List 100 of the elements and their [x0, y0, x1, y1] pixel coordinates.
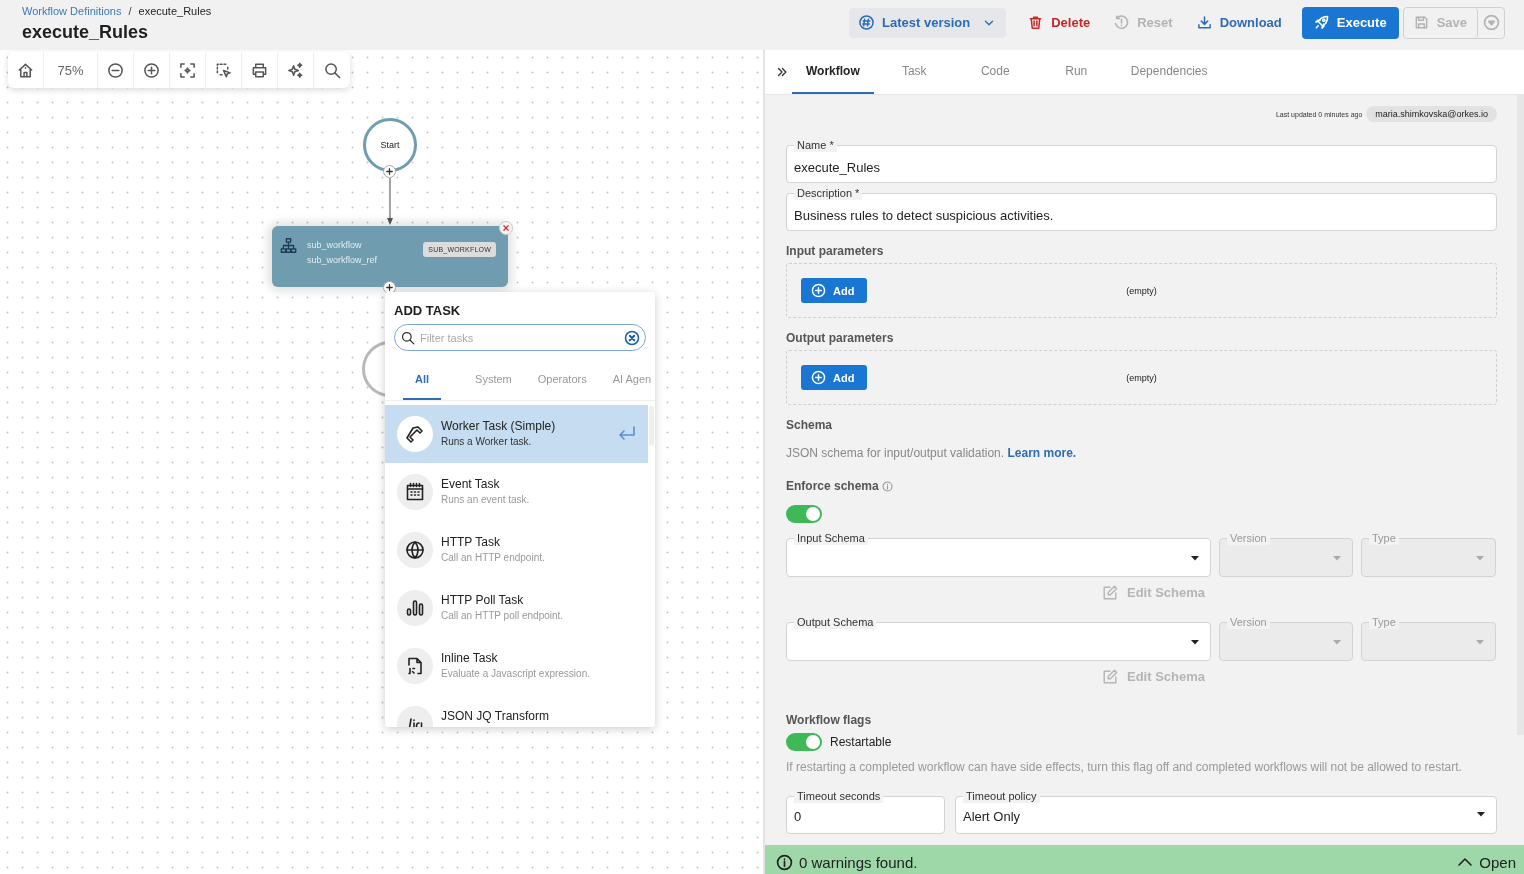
toggle-switch[interactable]: [786, 505, 822, 523]
trash-icon: [1028, 15, 1044, 30]
calendar-icon: [397, 474, 433, 510]
field-label: Output Schema: [794, 615, 877, 629]
task-option-description: Call an HTTP poll endpoint.: [441, 610, 565, 621]
breadcrumb-separator: /: [128, 4, 132, 17]
task-option-name: Inline Task: [441, 651, 499, 665]
script-file-icon: [397, 648, 433, 684]
field-label: Timeout seconds: [794, 789, 884, 803]
action-button[interactable]: Execute: [1301, 6, 1399, 39]
dropdown-caret-icon: [1332, 553, 1342, 563]
breadcrumb-link[interactable]: Workflow Definitions: [22, 4, 122, 17]
dropdown-caret-icon: [1190, 553, 1200, 563]
category-tab[interactable]: All: [403, 370, 442, 400]
field-label: Type: [1369, 531, 1399, 545]
task-option-name: HTTP Poll Task: [441, 593, 525, 607]
hash-icon: [859, 15, 875, 30]
category-tab[interactable]: AI Agen: [612, 370, 652, 400]
category-tab[interactable]: Operators: [537, 370, 587, 400]
task-option-description: Runs an event task.: [441, 494, 531, 505]
help-text: If restarting a completed workflow can have side effects, turn this flag off and completed workflows will not be allowed to restart.: [786, 759, 1463, 776]
task-option[interactable]: HTTP Poll Task Call an HTTP poll endpoint.: [385, 579, 648, 637]
toggle-switch[interactable]: [786, 733, 822, 751]
scrollbar[interactable]: [649, 406, 654, 446]
learn-more-link[interactable]: Learn more.: [1007, 446, 1077, 460]
double-chevron-icon: [775, 66, 788, 78]
empty-text: (empty): [1126, 372, 1157, 383]
task-option[interactable]: Event Task Runs an event task.: [385, 463, 648, 521]
task-option-description: Evaluate a Javascript expression.: [441, 668, 591, 679]
hierarchy-icon: [280, 237, 297, 254]
save-icon: [1413, 15, 1429, 30]
globe-icon: [397, 532, 433, 568]
field-label: Description *: [794, 186, 863, 200]
task-option[interactable]: HTTP Task Call an HTTP endpoint.: [385, 521, 648, 579]
caret-icon: [1482, 14, 1500, 31]
add-button[interactable]: Add: [801, 365, 868, 390]
schema-description: JSON schema for input/output validation. Learn more.: [786, 445, 1078, 461]
dropdown-caret-icon: [1475, 637, 1485, 647]
zoom-level[interactable]: 75%: [44, 52, 98, 88]
dropdown-caret-icon: [1476, 809, 1486, 819]
empty-text: (empty): [1126, 285, 1157, 296]
field-label: Type: [1369, 615, 1399, 629]
info-icon: [881, 480, 893, 492]
panel-tab[interactable]: Workflow: [792, 50, 874, 94]
add-icon: [811, 370, 826, 385]
section-title: Input parameters: [786, 243, 885, 259]
task-option-name: HTTP Task: [441, 535, 501, 549]
task-name: sub_workflow: [307, 240, 363, 250]
task-option[interactable]: Worker Task (Simple) Runs a Worker task.: [385, 405, 648, 463]
add-button[interactable]: Add: [801, 278, 868, 303]
clear-icon[interactable]: [624, 329, 640, 346]
plus-icon: [384, 166, 395, 177]
download-icon: [1196, 15, 1212, 30]
node-label: Start: [380, 140, 400, 150]
field-label: Timeout policy: [963, 789, 1040, 803]
task-option[interactable]: Inline Task Evaluate a Javascript expression.: [385, 637, 648, 695]
dropdown-caret-icon: [1332, 637, 1342, 647]
dropdown-caret-icon: [1190, 637, 1200, 647]
version-dropdown[interactable]: Latest version: [849, 7, 1007, 38]
add-icon: [811, 283, 826, 298]
field-label: Input Schema: [794, 531, 868, 545]
section-title: Enforce schema: [786, 478, 879, 494]
panel-tab[interactable]: Task: [873, 50, 955, 94]
owner-chip: maria.shimkovska@orkes.io: [1366, 106, 1497, 122]
field-value: Alert Only: [963, 809, 1021, 824]
field-value: Business rules to detect suspicious activities.: [794, 207, 1054, 223]
search-icon: [401, 330, 415, 345]
edit-icon: [1102, 584, 1118, 601]
category-tab[interactable]: System: [475, 370, 512, 400]
section-title: Output parameters: [786, 330, 895, 346]
popup-title: ADD TASK: [393, 302, 462, 320]
task-option[interactable]: JSON JQ Transform: [385, 695, 648, 727]
plus-icon: [384, 282, 395, 293]
rocket-icon: [1313, 15, 1329, 30]
section-title: Schema: [786, 417, 834, 433]
task-option-name: Worker Task (Simple): [441, 419, 557, 433]
panel-tab[interactable]: Code: [954, 50, 1036, 94]
field-label: Version: [1227, 615, 1270, 629]
bar-chart-icon: [397, 590, 433, 626]
scrollbar[interactable]: [1517, 95, 1524, 735]
start-node[interactable]: Start: [363, 118, 417, 172]
action-button[interactable]: Download: [1186, 7, 1292, 38]
action-button[interactable]: Delete: [1018, 7, 1101, 38]
info-icon: [776, 853, 793, 871]
edit-icon: [1102, 668, 1118, 685]
open-button[interactable]: Open: [1457, 850, 1516, 874]
field-value: execute_Rules: [794, 159, 880, 175]
task-reference: sub_workflow_ref: [307, 255, 379, 265]
filter-input[interactable]: Filter tasks: [418, 330, 621, 345]
panel-tab[interactable]: Run: [1035, 50, 1117, 94]
breadcrumb-current: execute_Rules: [138, 4, 212, 17]
toggle-label: Restartable: [830, 735, 892, 749]
panel-tab[interactable]: Dependencies: [1116, 50, 1222, 94]
page-title: execute_Rules: [22, 22, 150, 43]
section-title: Workflow flags: [786, 712, 873, 728]
close-icon: [500, 222, 512, 234]
field-label: Version: [1227, 531, 1270, 545]
task-option-name: JSON JQ Transform: [441, 709, 551, 723]
remove-task-button[interactable]: [499, 221, 513, 235]
connector-arrow: [386, 178, 394, 226]
